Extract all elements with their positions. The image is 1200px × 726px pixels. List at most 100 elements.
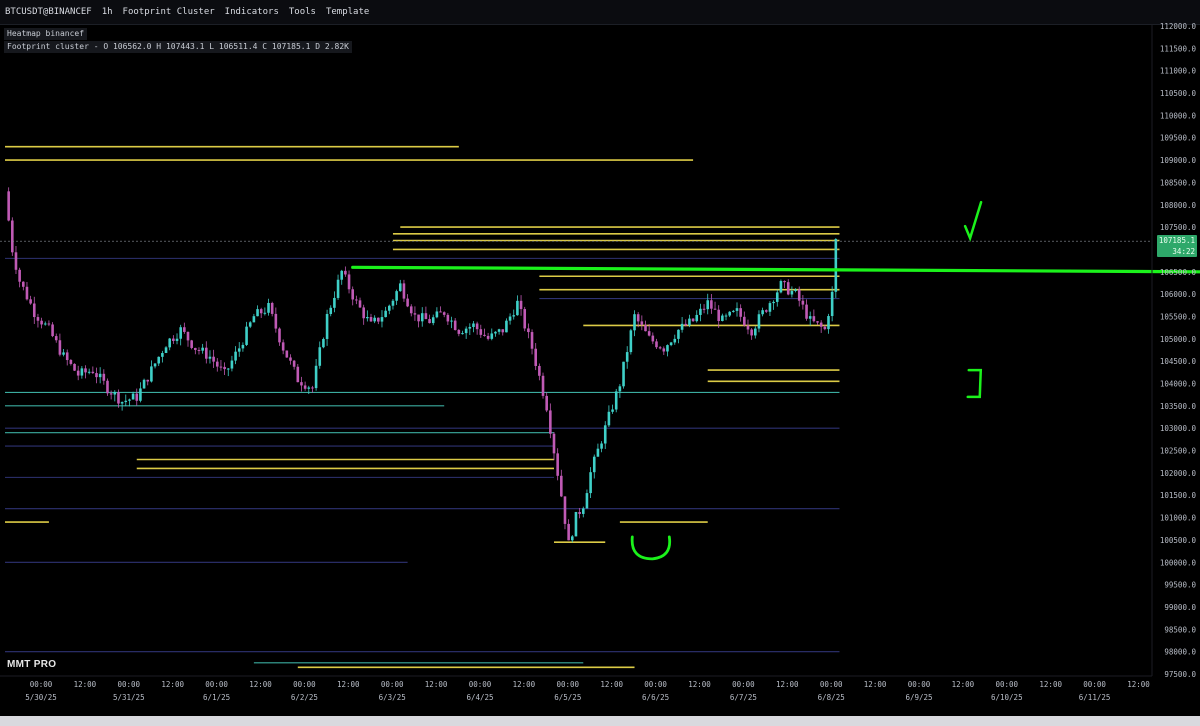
time-tick-label: 12:00 bbox=[1127, 680, 1150, 689]
candle-body bbox=[600, 443, 603, 449]
candle-body bbox=[830, 291, 834, 317]
time-axis: 00:00 5/30/25 12:00 00:00 5/31/25 12:00 00:00 6… bbox=[25, 680, 1150, 702]
candle-body bbox=[117, 392, 120, 404]
candle-body bbox=[311, 387, 314, 389]
candle-body bbox=[834, 239, 838, 292]
time-tick-label: 00:00 bbox=[118, 680, 141, 689]
time-tick-label: 00:00 bbox=[820, 680, 843, 689]
candle-body bbox=[424, 313, 428, 320]
candle-body bbox=[797, 289, 801, 301]
time-tick-label: 12:00 bbox=[776, 680, 799, 689]
mmt-pro-logo: MMT PRO bbox=[7, 659, 57, 670]
candle-body bbox=[259, 309, 263, 314]
bar-countdown: 34:22 bbox=[1172, 247, 1195, 256]
candle-body bbox=[248, 322, 252, 327]
candle-body bbox=[402, 283, 406, 299]
candle-body bbox=[633, 314, 636, 331]
candle-body bbox=[768, 303, 772, 312]
candle-body bbox=[150, 366, 153, 382]
candle-body bbox=[581, 508, 585, 514]
time-tick-label: 12:00 bbox=[249, 680, 272, 689]
candle-body bbox=[29, 299, 32, 304]
date-tick-label: 6/10/25 bbox=[991, 693, 1023, 702]
candle-body bbox=[450, 320, 453, 322]
candle-body bbox=[18, 269, 21, 282]
candle-body bbox=[80, 368, 84, 376]
time-tick-label: 00:00 bbox=[293, 680, 316, 689]
candle-body bbox=[172, 338, 175, 341]
date-tick-label: 6/7/25 bbox=[730, 693, 757, 702]
liquidity-levels bbox=[5, 145, 840, 669]
price-tick-label: 109500.0 bbox=[1160, 134, 1197, 143]
candle-body bbox=[270, 302, 274, 314]
candle-body bbox=[406, 298, 409, 307]
candle-body bbox=[128, 399, 131, 401]
date-tick-label: 6/8/25 bbox=[818, 693, 845, 702]
price-tick-label: 106500.0 bbox=[1160, 268, 1197, 277]
candle-body bbox=[164, 347, 168, 354]
candle-body bbox=[73, 363, 76, 371]
time-tick-label: 00:00 bbox=[557, 680, 580, 689]
candle-body bbox=[333, 297, 336, 308]
candle-body bbox=[223, 366, 226, 370]
candle-body bbox=[534, 348, 537, 366]
candle-body bbox=[658, 347, 662, 349]
price-tick-label: 99500.0 bbox=[1164, 581, 1196, 590]
candle-body bbox=[706, 300, 710, 310]
candle-body bbox=[549, 410, 552, 434]
candle-body bbox=[362, 307, 365, 319]
candle-body bbox=[490, 333, 494, 339]
candle-body bbox=[750, 329, 753, 336]
candle-body bbox=[409, 306, 413, 314]
candle-body bbox=[710, 300, 713, 309]
time-tick-label: 12:00 bbox=[425, 680, 448, 689]
candle-body bbox=[483, 334, 486, 336]
candle-body bbox=[347, 274, 351, 290]
candle-body bbox=[303, 385, 307, 389]
price-tick-label: 111000.0 bbox=[1160, 67, 1197, 76]
price-tick-label: 101000.0 bbox=[1160, 514, 1197, 523]
candle-body bbox=[329, 307, 333, 314]
candle-body bbox=[215, 361, 219, 367]
price-tick-label: 107500.0 bbox=[1160, 223, 1197, 232]
candle-body bbox=[190, 340, 193, 348]
candle-body bbox=[69, 360, 73, 364]
candle-body bbox=[102, 373, 106, 381]
candle-body bbox=[625, 352, 629, 362]
candle-body bbox=[541, 375, 545, 396]
candle-body bbox=[58, 340, 62, 355]
candle-body bbox=[754, 328, 757, 336]
candle-body bbox=[446, 314, 450, 322]
candle-body bbox=[51, 324, 54, 337]
candle-body bbox=[743, 316, 746, 326]
candle-body bbox=[428, 319, 431, 324]
candle-body bbox=[464, 328, 468, 334]
candle-body bbox=[417, 314, 420, 322]
candle-body bbox=[501, 329, 505, 333]
candle-body bbox=[516, 300, 519, 316]
candle-body bbox=[179, 327, 182, 339]
candle-body bbox=[398, 283, 402, 292]
price-tick-label: 108000.0 bbox=[1160, 201, 1197, 210]
candle-body bbox=[439, 311, 442, 313]
candle-body bbox=[819, 322, 823, 327]
heatmap-chart[interactable]: 112000.0 111500.0 111000.0 110500.0 110000.0… bbox=[0, 0, 1200, 716]
candle-body bbox=[62, 352, 65, 355]
candle-body bbox=[314, 365, 318, 389]
candle-body bbox=[388, 305, 391, 311]
candle-body bbox=[340, 270, 344, 280]
candle-body bbox=[252, 316, 256, 323]
candle-body bbox=[95, 373, 98, 378]
time-tick-label: 12:00 bbox=[864, 680, 887, 689]
candle-body bbox=[135, 393, 139, 401]
candle-body bbox=[669, 342, 673, 346]
candle-body bbox=[662, 348, 666, 352]
candle-body bbox=[611, 409, 614, 412]
candle-body bbox=[453, 320, 457, 331]
candle-body bbox=[790, 291, 794, 295]
candle-body bbox=[212, 356, 215, 362]
time-tick-label: 12:00 bbox=[688, 680, 711, 689]
price-tick-label: 103000.0 bbox=[1160, 424, 1197, 433]
price-tick-label: 108500.0 bbox=[1160, 178, 1197, 187]
bottom-circle-annotation bbox=[630, 535, 672, 561]
